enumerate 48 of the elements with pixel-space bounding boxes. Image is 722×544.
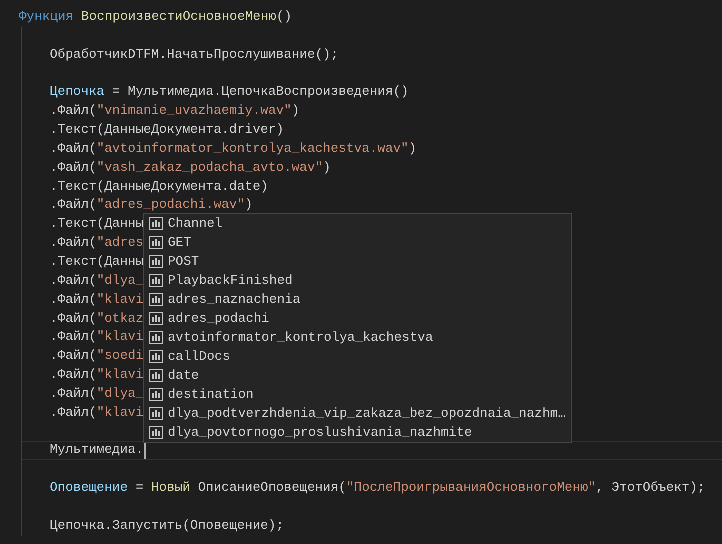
code-line: .Файл("klavi <box>50 366 144 384</box>
code-line: Функция ВоспроизвестиОсновноеМеню() <box>19 8 292 26</box>
suggestion-item[interactable]: date <box>144 366 571 385</box>
suggestion-item[interactable]: POST <box>144 252 571 271</box>
code-line: .Файл("dlya_ <box>50 384 144 403</box>
code-line: Оповещение = Новый ОписаниеОповещения("ПослеПроигрыванияОсновногоМеню", ЭтотОбъект); <box>50 479 706 498</box>
code-line: .Текст(ДанныеДокумента.driver) <box>50 121 284 140</box>
suggestion-item[interactable]: Channel <box>144 214 571 233</box>
text-symbol-icon <box>149 217 163 230</box>
code-line: .Файл("klavi <box>50 328 144 346</box>
suggestion-item[interactable]: GET <box>144 233 571 252</box>
text-symbol-icon <box>149 274 163 287</box>
text-symbol-icon <box>149 350 163 363</box>
code-line: .Файл("otkaz <box>50 310 144 328</box>
text-cursor <box>144 442 146 459</box>
suggestion-item[interactable]: PlaybackFinished <box>144 271 571 290</box>
suggestion-item[interactable]: avtoinformator_kontrolya_kachestva <box>144 328 571 347</box>
code-line: Цепочка.Запустить(Оповещение); <box>50 516 284 535</box>
text-symbol-icon <box>149 255 163 268</box>
suggestion-item[interactable]: destination <box>144 385 571 404</box>
suggestion-item[interactable]: dlya_povtornogo_proslushivania_nazhmite <box>144 423 571 442</box>
code-line: .Текст(Данны <box>50 215 144 234</box>
text-symbol-icon <box>149 293 163 306</box>
text-symbol-icon <box>149 407 163 420</box>
text-symbol-icon <box>149 331 163 344</box>
code-line: Мультимедиа. <box>50 441 144 460</box>
code-line: .Файл("adres <box>50 234 144 252</box>
code-line: .Файл("klavi <box>50 290 144 309</box>
suggestion-item[interactable]: adres_podachi <box>144 309 571 328</box>
text-symbol-icon <box>149 236 163 249</box>
code-line: .Файл("klavi <box>50 404 144 422</box>
code-line: .Текст(Данны <box>50 252 144 271</box>
code-line: .Файл("avtoinformator_kontrolya_kachestva.wav") <box>50 140 417 158</box>
code-line: ОбработчикDTFM.НачатьПрослушивание(); <box>50 46 339 64</box>
suggestion-item[interactable]: dlya_podtverzhdenia_vip_zakaza_bez_opozdnaia_nazhm… <box>144 404 571 423</box>
code-line: .Файл("dlya_ <box>50 272 144 290</box>
code-line: .Файл("soedi <box>50 347 144 366</box>
suggestion-item[interactable]: adres_naznachenia <box>144 290 571 309</box>
code-line: .Файл("vash_zakaz_podacha_avto.wav") <box>50 158 331 177</box>
text-symbol-icon <box>149 426 163 439</box>
text-symbol-icon <box>149 312 163 325</box>
code-line: Цепочка = Мультимедиа.ЦепочкаВоспроизведения() <box>50 83 409 102</box>
suggestion-item[interactable]: callDocs <box>144 347 571 366</box>
text-symbol-icon <box>149 388 163 401</box>
code-line: .Текст(ДанныеДокумента.date) <box>50 178 268 196</box>
text-symbol-icon <box>149 369 163 382</box>
code-line: .Файл("vnimanie_uvazhaemiy.wav") <box>50 102 300 120</box>
code-line: .Файл("adres_podachi.wav") <box>50 196 253 214</box>
